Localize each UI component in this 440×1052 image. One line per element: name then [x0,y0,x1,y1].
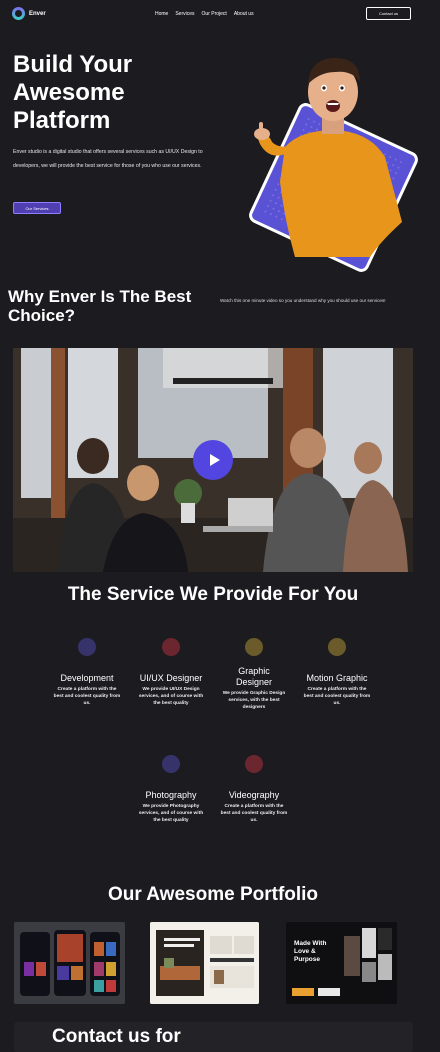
portfolio-title: Our Awesome Portfolio [107,884,319,905]
service-description: Create a platform with the best and cool… [53,687,121,706]
service-description: Create a platform with the best and cool… [303,687,371,706]
service-graphic-icon [245,638,263,656]
our-services-button[interactable]: Our Services [13,202,61,214]
service-name: Photography [145,790,197,800]
portfolio-furniture-site-image [150,922,259,1004]
service-card-graphic-designer[interactable]: Graphic Designer We provide Graphic Desi… [219,638,289,711]
portfolio-item-photography-site[interactable]: Made With Love & Purpose [286,922,397,1004]
service-description: We provide Graphic Design services, with… [222,691,286,710]
portfolio-thumb-text: Made With Love & Purpose [294,940,327,963]
service-description: Create a platform with the best and cool… [220,804,288,823]
portfolio-item-movie-app[interactable] [14,922,125,1004]
hero-illustration [240,52,421,275]
service-name: Graphic Designer [235,666,273,687]
nav-links: Home Services Our Project About us [155,11,254,17]
service-card-videography[interactable]: Videography Create a platform with the b… [219,755,289,824]
service-ui-ux-icon [162,638,180,656]
nav-link-our-project[interactable]: Our Project [202,11,227,17]
nav-link-about-us[interactable]: About us [234,11,254,17]
nav-link-services[interactable]: Services [175,11,194,17]
contact-title: Contact us for [52,1026,181,1047]
service-development-icon [78,638,96,656]
service-motion-icon [328,638,346,656]
why-section-title: Why Enver Is The Best Choice? [8,287,192,325]
service-card-motion-graphic[interactable]: Motion Graphic Create a platform with th… [302,638,372,707]
top-navbar: Enver Home Services Our Project About us… [0,0,440,28]
brand-name: Enver [29,10,46,17]
service-name: Development [60,673,114,683]
service-name: Motion Graphic [306,673,368,683]
service-videography-icon [245,755,263,773]
logo-icon [12,7,25,20]
nav-link-home[interactable]: Home [155,11,168,17]
portfolio-item-furniture-site[interactable] [150,922,259,1004]
service-description: We provide Photography services, and of … [138,804,204,823]
portfolio-movie-app-image [14,922,125,1004]
service-name: Videography [228,790,280,800]
service-card-development[interactable]: Development Create a platform with the b… [52,638,122,707]
hero-description: Enver studio is a digital studio that of… [13,149,203,169]
brand-logo[interactable]: Enver [12,7,46,20]
service-card-ui-ux[interactable]: UI/UX Designer We provide UI/UX Design s… [136,638,206,707]
service-name: UI/UX Designer [139,673,203,683]
play-icon [209,454,220,466]
service-description: We provide UI/UX Design services, and of… [138,687,204,706]
contact-us-button[interactable]: Contact us [366,7,411,20]
hero-title: Build Your Awesome Platform [13,51,133,134]
service-card-photography[interactable]: Photography We provide Photography servi… [136,755,206,824]
video-play-button[interactable] [193,440,233,480]
why-section-subtitle: Watch this one minute video so you under… [220,298,386,303]
hero-person-image [254,58,402,257]
services-title: The Service We Provide For You [67,584,359,605]
service-photography-icon [162,755,180,773]
